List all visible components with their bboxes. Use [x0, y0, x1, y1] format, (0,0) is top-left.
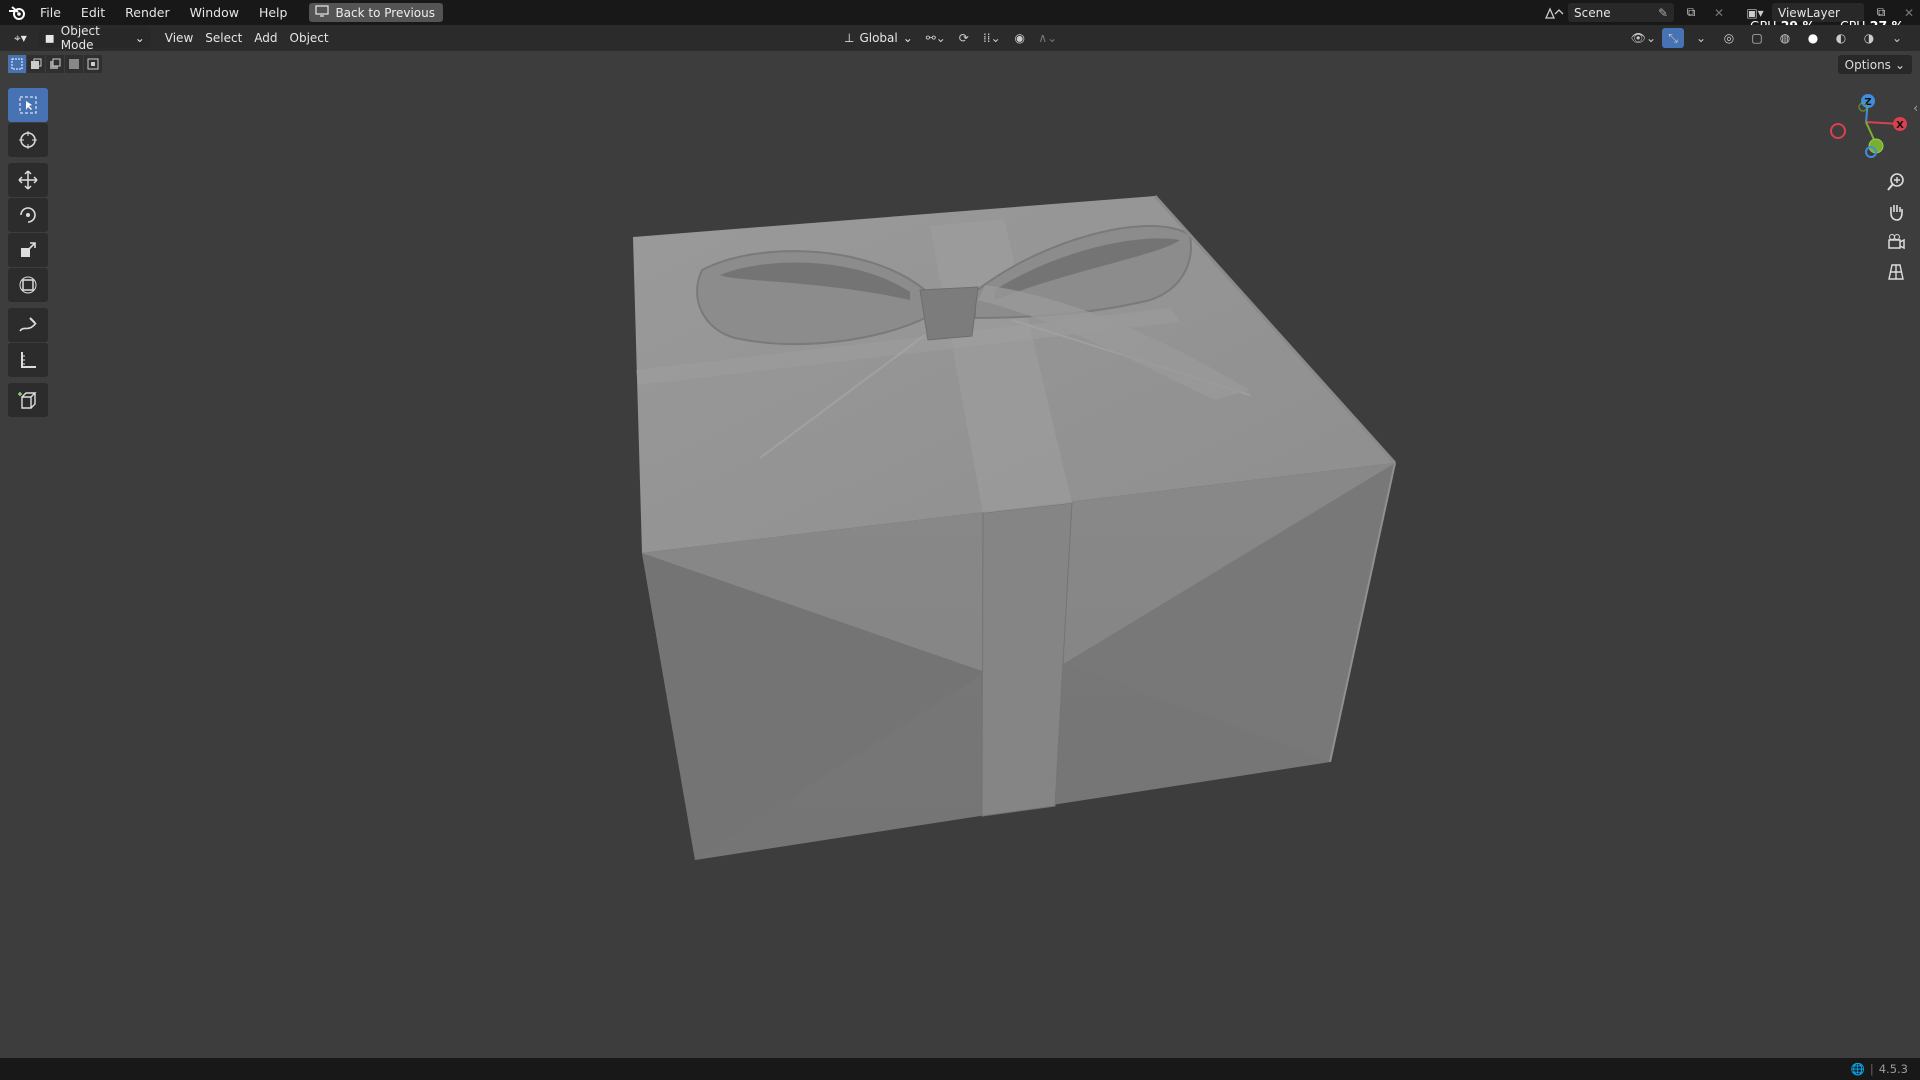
network-icon: 🌐	[1850, 1062, 1865, 1076]
rendered-shading-icon[interactable]: ◑	[1858, 28, 1880, 48]
gizmo-x-label: X	[1896, 120, 1904, 131]
mode-selector[interactable]: ◼ Object Mode ⌄	[38, 24, 151, 52]
orientation-label: Global	[859, 31, 898, 45]
gizmo-z-label: Z	[1864, 97, 1871, 108]
overlay-toggle-icon[interactable]: ◎	[1718, 28, 1740, 48]
back-to-previous-button[interactable]: Back to Previous	[309, 3, 443, 22]
editor-type-icon: ⌖▾	[14, 30, 27, 45]
gizmo-neg-x-axis[interactable]	[1830, 123, 1846, 139]
select-subtract-icon[interactable]	[46, 55, 64, 73]
snap-target-icon[interactable]: ⁞⁞⌄	[981, 28, 1003, 48]
menu-file[interactable]: File	[30, 0, 71, 25]
version-info: 🌐 | 4.5.3	[1851, 1058, 1908, 1080]
menu-render[interactable]: Render	[115, 0, 180, 25]
chevron-down-icon: ⌄	[1894, 57, 1905, 72]
blender-logo-icon[interactable]	[4, 0, 30, 25]
add-cube-tool-icon[interactable]	[8, 383, 48, 417]
menu-view[interactable]: View	[159, 28, 199, 48]
menu-add[interactable]: Add	[248, 28, 283, 48]
solid-shading-icon[interactable]: ●	[1802, 28, 1824, 48]
select-extend-icon[interactable]	[27, 55, 45, 73]
options-button[interactable]: Options ⌄	[1837, 55, 1912, 74]
proportional-edit-icon[interactable]: ◉	[1009, 28, 1031, 48]
status-bar: 🌐 | 4.5.3	[0, 1058, 1920, 1080]
scene-field[interactable]: Scene ✎	[1568, 3, 1674, 22]
editor-type-button[interactable]: ⌖▾	[8, 28, 33, 48]
rotate-tool-icon[interactable]	[8, 198, 48, 232]
orientation-selector[interactable]: ⊥ Global ⌄	[838, 28, 919, 48]
version-label: 4.5.3	[1878, 1062, 1908, 1076]
perspective-toggle-icon[interactable]	[1882, 258, 1910, 286]
scale-tool-icon[interactable]	[8, 233, 48, 267]
zoom-icon[interactable]	[1882, 168, 1910, 196]
visibility-icon[interactable]: 👁⌄	[1631, 28, 1656, 48]
new-scene-icon[interactable]: ⧉	[1680, 3, 1702, 23]
snap-toggle-icon[interactable]: ⟳	[953, 28, 975, 48]
navigation-gizmo[interactable]: Z X	[1818, 90, 1918, 162]
menu-window[interactable]: Window	[180, 0, 249, 25]
object-mode-icon: ◼	[44, 31, 55, 45]
viewport[interactable]	[0, 0, 1920, 1080]
material-shading-icon[interactable]: ◐	[1830, 28, 1852, 48]
select-intersect-icon[interactable]	[84, 55, 102, 73]
annotate-tool-icon[interactable]	[8, 308, 48, 342]
wireframe-shading-icon[interactable]: ◍	[1774, 28, 1796, 48]
shading-menu-icon[interactable]: ⌄	[1886, 28, 1908, 48]
pin-icon[interactable]: ✎	[1658, 6, 1668, 20]
xray-toggle-icon[interactable]: ▢	[1746, 28, 1768, 48]
transform-tool-icon[interactable]	[8, 268, 48, 302]
chevron-down-icon: ⌄	[134, 31, 145, 45]
chevron-down-icon: ⌄	[902, 31, 913, 45]
select-box-tool-icon[interactable]	[8, 88, 48, 122]
pivot-icon[interactable]: ⚯⌄	[925, 28, 947, 48]
select-new-icon[interactable]	[8, 55, 26, 73]
pan-hand-icon[interactable]	[1882, 198, 1910, 226]
close-scene-icon[interactable]: ✕	[1708, 3, 1730, 23]
gizmo-menu-icon[interactable]: ⌄	[1690, 28, 1712, 48]
menu-select[interactable]: Select	[199, 28, 248, 48]
screen-icon	[315, 5, 330, 20]
tool-shelf	[8, 88, 48, 418]
scene-name: Scene	[1574, 5, 1611, 20]
bow-knot	[919, 286, 979, 341]
gift-box-mesh[interactable]	[633, 194, 1397, 860]
cursor-tool-icon[interactable]	[8, 123, 48, 157]
move-tool-icon[interactable]	[8, 163, 48, 197]
menu-help[interactable]: Help	[249, 0, 298, 25]
viewport-display-controls: 👁⌄ ⤡ ⌄ ◎ ▢ ◍ ● ◐ ◑ ⌄	[1631, 28, 1908, 48]
select-invert-icon[interactable]	[65, 55, 83, 73]
menu-edit[interactable]: Edit	[71, 0, 115, 25]
selection-modes	[8, 55, 102, 73]
options-label: Options	[1844, 57, 1891, 72]
transform-controls: ⊥ Global ⌄ ⚯⌄ ⟳ ⁞⁞⌄ ◉ ∧⌄	[838, 28, 1059, 48]
orientation-icon: ⊥	[844, 31, 855, 45]
camera-view-icon[interactable]	[1882, 228, 1910, 256]
menu-object[interactable]: Object	[284, 28, 335, 48]
gizmo-toggle-icon[interactable]: ⤡	[1662, 28, 1684, 48]
back-to-previous-label: Back to Previous	[335, 5, 435, 20]
falloff-icon[interactable]: ∧⌄	[1037, 28, 1059, 48]
sidebar-toggle-icon[interactable]: ‹	[1913, 101, 1918, 115]
measure-tool-icon[interactable]	[8, 343, 48, 377]
mode-label: Object Mode	[60, 24, 100, 52]
scene-icon[interactable]	[1544, 3, 1566, 23]
